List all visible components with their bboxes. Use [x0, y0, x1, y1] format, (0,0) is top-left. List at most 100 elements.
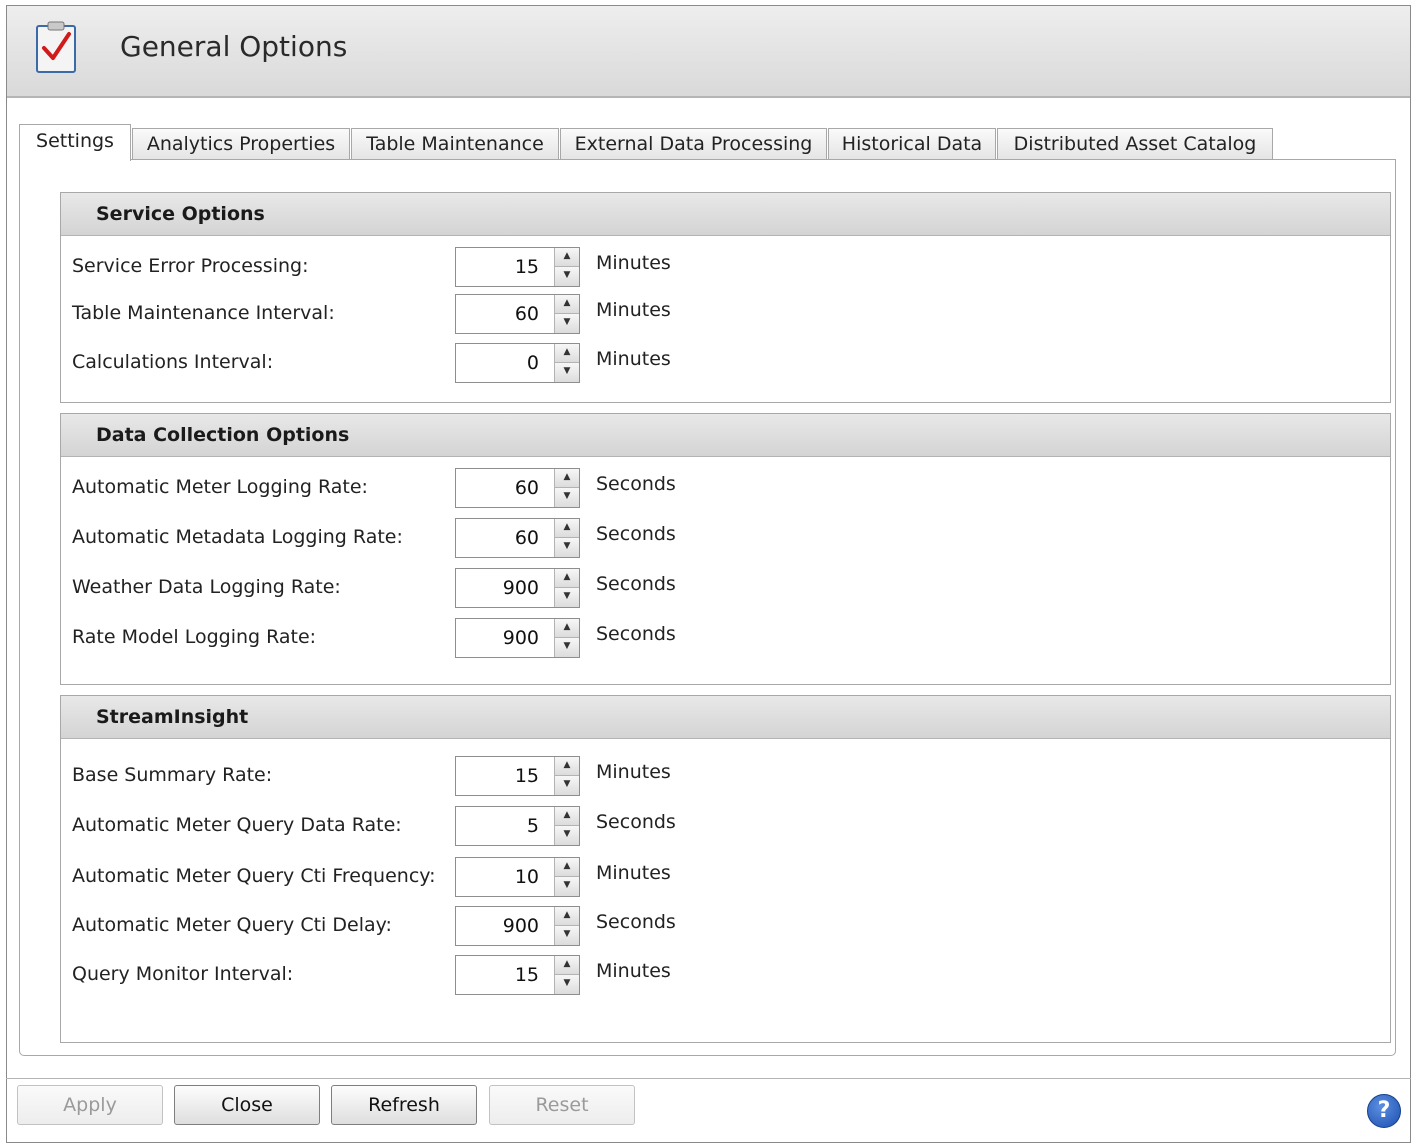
unit-label: Seconds: [596, 573, 676, 595]
arrow-down-icon[interactable]: ▼: [555, 488, 579, 507]
field-label: Automatic Meter Query Cti Delay:: [72, 914, 392, 936]
arrow-up-icon[interactable]: ▲: [555, 469, 579, 488]
rate-model-logging-rate-input[interactable]: [456, 619, 547, 657]
arrow-up-icon[interactable]: ▲: [555, 757, 579, 776]
field-label: Base Summary Rate:: [72, 764, 273, 786]
reset-button[interactable]: Reset: [489, 1085, 635, 1125]
automatic-meter-query-cti-delay-input[interactable]: [456, 907, 547, 945]
query-monitor-interval-input[interactable]: [456, 956, 547, 994]
field-label: Calculations Interval:: [72, 351, 274, 373]
table-maintenance-interval-spinner: ▲▼: [455, 294, 580, 334]
calculations-interval-spinner: ▲▼: [455, 343, 580, 383]
unit-label: Minutes: [596, 252, 671, 274]
field-label: Automatic Meter Logging Rate:: [72, 476, 368, 498]
arrow-down-icon[interactable]: ▼: [555, 638, 579, 657]
automatic-meter-query-cti-frequency-input[interactable]: [456, 858, 547, 896]
close-button[interactable]: Close: [174, 1085, 320, 1125]
query-monitor-interval-spinner: ▲▼: [455, 955, 580, 995]
clipboard-check-icon: [36, 21, 76, 73]
unit-label: Seconds: [596, 623, 676, 645]
unit-label: Seconds: [596, 523, 676, 545]
unit-label: Seconds: [596, 911, 676, 933]
automatic-meter-logging-rate-input[interactable]: [456, 469, 547, 507]
refresh-button[interactable]: Refresh: [331, 1085, 477, 1125]
unit-label: Minutes: [596, 299, 671, 321]
footer-divider: [6, 1078, 1411, 1079]
window-header: General Options: [7, 6, 1410, 98]
arrow-down-icon[interactable]: ▼: [555, 975, 579, 994]
base-summary-rate-spinner: ▲▼: [455, 756, 580, 796]
rate-model-logging-rate-spinner: ▲▼: [455, 618, 580, 658]
automatic-meter-query-cti-frequency-row: Automatic Meter Query Cti Frequency: ▲▼ …: [61, 857, 1390, 897]
calculations-interval-row: Calculations Interval: ▲▼ Minutes: [61, 343, 1390, 383]
base-summary-rate-input[interactable]: [456, 757, 547, 795]
query-monitor-interval-row: Query Monitor Interval: ▲▼ Minutes: [61, 955, 1390, 995]
arrow-up-icon[interactable]: ▲: [555, 907, 579, 926]
tab-analytics-properties[interactable]: Analytics Properties: [132, 128, 350, 160]
automatic-meter-logging-rate-spinner: ▲▼: [455, 468, 580, 508]
automatic-meter-logging-rate-row: Automatic Meter Logging Rate: ▲▼ Seconds: [61, 468, 1390, 508]
arrow-up-icon[interactable]: ▲: [555, 956, 579, 975]
apply-button[interactable]: Apply: [17, 1085, 163, 1125]
field-label: Weather Data Logging Rate:: [72, 576, 341, 598]
field-label: Service Error Processing:: [72, 255, 309, 277]
automatic-meter-query-data-rate-spinner: ▲▼: [455, 806, 580, 846]
arrow-up-icon[interactable]: ▲: [555, 858, 579, 877]
automatic-meter-query-data-rate-input[interactable]: [456, 807, 547, 845]
arrow-down-icon[interactable]: ▼: [555, 826, 579, 845]
weather-data-logging-rate-input[interactable]: [456, 569, 547, 607]
calculations-interval-input[interactable]: [456, 344, 547, 382]
arrow-down-icon[interactable]: ▼: [555, 588, 579, 607]
streaminsight-group: StreamInsight Base Summary Rate: ▲▼ Minu…: [60, 695, 1391, 1043]
group-title: StreamInsight: [61, 696, 1390, 739]
automatic-metadata-logging-rate-spinner: ▲▼: [455, 518, 580, 558]
group-title: Service Options: [61, 193, 1390, 236]
field-label: Automatic Meter Query Data Rate:: [72, 814, 402, 836]
arrow-down-icon[interactable]: ▼: [555, 926, 579, 945]
unit-label: Minutes: [596, 761, 671, 783]
arrow-up-icon[interactable]: ▲: [555, 344, 579, 363]
settings-panel: Service Options Service Error Processing…: [19, 159, 1396, 1056]
service-error-processing-input[interactable]: [456, 248, 547, 286]
help-icon[interactable]: ?: [1367, 1094, 1401, 1128]
tab-distributed-asset-catalog[interactable]: Distributed Asset Catalog: [997, 128, 1273, 160]
data-collection-options-group: Data Collection Options Automatic Meter …: [60, 413, 1391, 685]
automatic-meter-query-data-rate-row: Automatic Meter Query Data Rate: ▲▼ Seco…: [61, 806, 1390, 846]
service-options-group: Service Options Service Error Processing…: [60, 192, 1391, 403]
arrow-down-icon[interactable]: ▼: [555, 267, 579, 286]
unit-label: Minutes: [596, 960, 671, 982]
arrow-up-icon[interactable]: ▲: [555, 248, 579, 267]
unit-label: Seconds: [596, 811, 676, 833]
arrow-down-icon[interactable]: ▼: [555, 776, 579, 795]
arrow-up-icon[interactable]: ▲: [555, 807, 579, 826]
arrow-down-icon[interactable]: ▼: [555, 314, 579, 333]
automatic-metadata-logging-rate-input[interactable]: [456, 519, 547, 557]
tab-historical-data[interactable]: Historical Data: [828, 128, 996, 160]
tab-external-data-processing[interactable]: External Data Processing: [560, 128, 827, 160]
arrow-up-icon[interactable]: ▲: [555, 295, 579, 314]
arrow-up-icon[interactable]: ▲: [555, 519, 579, 538]
base-summary-rate-row: Base Summary Rate: ▲▼ Minutes: [61, 756, 1390, 796]
field-label: Query Monitor Interval:: [72, 963, 294, 985]
field-label: Automatic Metadata Logging Rate:: [72, 526, 403, 548]
field-label: Automatic Meter Query Cti Frequency:: [72, 865, 436, 887]
table-maintenance-interval-row: Table Maintenance Interval: ▲▼ Minutes: [61, 294, 1390, 334]
unit-label: Seconds: [596, 473, 676, 495]
weather-data-logging-rate-spinner: ▲▼: [455, 568, 580, 608]
arrow-up-icon[interactable]: ▲: [555, 619, 579, 638]
unit-label: Minutes: [596, 862, 671, 884]
automatic-meter-query-cti-delay-spinner: ▲▼: [455, 906, 580, 946]
tab-table-maintenance[interactable]: Table Maintenance: [351, 128, 559, 160]
arrow-down-icon[interactable]: ▼: [555, 538, 579, 557]
rate-model-logging-rate-row: Rate Model Logging Rate: ▲▼ Seconds: [61, 618, 1390, 658]
service-error-processing-row: Service Error Processing: ▲▼ Minutes: [61, 247, 1390, 287]
arrow-down-icon[interactable]: ▼: [555, 877, 579, 896]
arrow-down-icon[interactable]: ▼: [555, 363, 579, 382]
arrow-up-icon[interactable]: ▲: [555, 569, 579, 588]
table-maintenance-interval-input[interactable]: [456, 295, 547, 333]
field-label: Rate Model Logging Rate:: [72, 626, 317, 648]
tab-settings[interactable]: Settings: [19, 124, 131, 161]
automatic-metadata-logging-rate-row: Automatic Metadata Logging Rate: ▲▼ Seco…: [61, 518, 1390, 558]
automatic-meter-query-cti-frequency-spinner: ▲▼: [455, 857, 580, 897]
group-title: Data Collection Options: [61, 414, 1390, 457]
